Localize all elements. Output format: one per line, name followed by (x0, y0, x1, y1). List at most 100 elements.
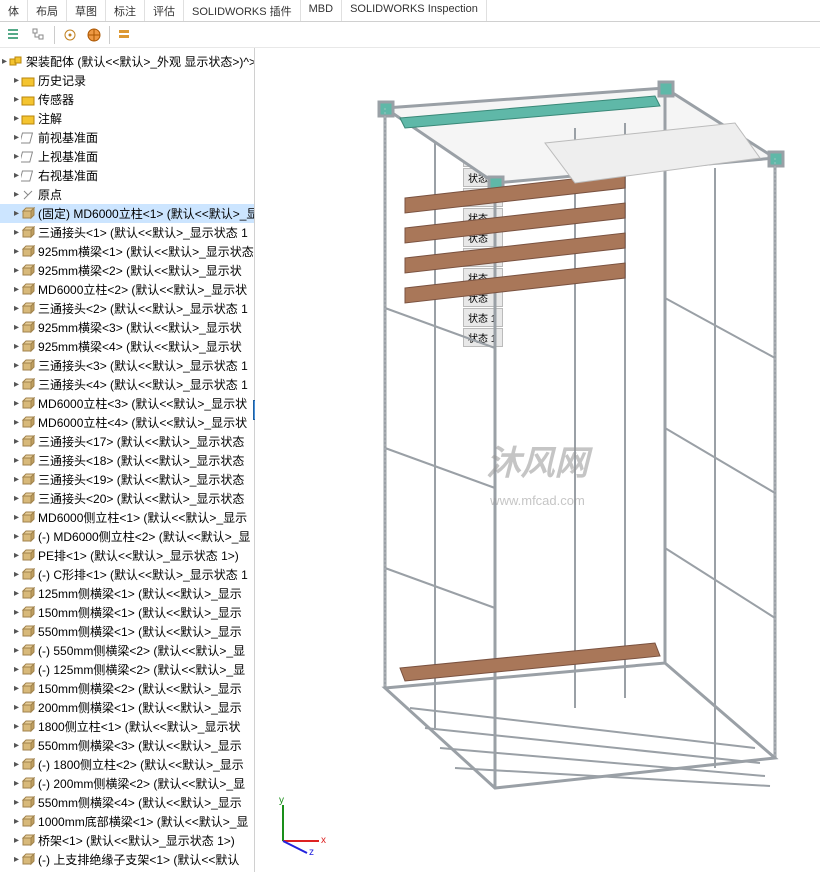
expand-icon[interactable]: ▸ (14, 208, 19, 219)
tree-item[interactable]: ▸三通接头<17> (默认<<默认>_显示状态 (0, 432, 254, 451)
tree-item[interactable]: ▸前视基准面 (0, 128, 254, 147)
tree-item[interactable]: ▸125mm侧横梁<1> (默认<<默认>_显示 (0, 584, 254, 603)
tab-feature[interactable]: 体 (0, 0, 28, 21)
tree-item[interactable]: ▸925mm横梁<3> (默认<<默认>_显示状 (0, 318, 254, 337)
expand-icon[interactable]: ▸ (14, 607, 19, 618)
expand-icon[interactable]: ▸ (14, 512, 19, 523)
tree-item[interactable]: ▸MD6000立柱<3> (默认<<默认>_显示状 (0, 394, 254, 413)
tree-item[interactable]: ▸925mm横梁<4> (默认<<默认>_显示状 (0, 337, 254, 356)
tree-item[interactable]: ▸三通接头<2> (默认<<默认>_显示状态 1 (0, 299, 254, 318)
tree-item[interactable]: ▸(-) C形排<1> (默认<<默认>_显示状态 1 (0, 565, 254, 584)
tree-item[interactable]: ▸历史记录 (0, 71, 254, 90)
tab-mbd[interactable]: MBD (301, 0, 342, 21)
tree-item[interactable]: ▸传感器 (0, 90, 254, 109)
expand-icon[interactable]: ▸ (14, 151, 19, 162)
expand-icon[interactable]: ▸ (14, 797, 19, 808)
expand-icon[interactable]: ▸ (14, 284, 19, 295)
tree-item[interactable]: ▸150mm侧横梁<2> (默认<<默认>_显示 (0, 679, 254, 698)
tree-item[interactable]: ▸(-) 上支排绝缘子支架<1> (默认<<默认 (0, 850, 254, 869)
tree-item[interactable]: ▸(-) 1800侧立柱<2> (默认<<默认>_显示 (0, 755, 254, 774)
expand-icon[interactable]: ▸ (14, 664, 19, 675)
expand-icon[interactable]: ▸ (14, 227, 19, 238)
tree-item[interactable]: ▸550mm侧横梁<3> (默认<<默认>_显示 (0, 736, 254, 755)
expand-icon[interactable]: ▸ (14, 246, 19, 257)
expand-icon[interactable]: ▸ (14, 645, 19, 656)
tree-item[interactable]: ▸架装配体 (默认<<默认>_外观 显示状态>)^>) (0, 52, 254, 71)
target-icon[interactable] (61, 26, 79, 44)
collapse-icon[interactable] (30, 26, 48, 44)
feature-tree-panel[interactable]: ▸架装配体 (默认<<默认>_外观 显示状态>)^>)▸历史记录▸传感器▸注解▸… (0, 48, 255, 872)
expand-icon[interactable]: ▸ (14, 778, 19, 789)
tree-item[interactable]: ▸PE排<1> (默认<<默认>_显示状态 1>) (0, 546, 254, 565)
expand-icon[interactable]: ▸ (2, 56, 7, 67)
expand-icon[interactable]: ▸ (14, 531, 19, 542)
expand-icon[interactable]: ▸ (14, 132, 19, 143)
tree-item[interactable]: ▸1000mm底部横梁<1> (默认<<默认>_显 (0, 812, 254, 831)
tree-item[interactable]: ▸550mm侧横梁<4> (默认<<默认>_显示 (0, 793, 254, 812)
tree-item[interactable]: ▸550mm侧横梁<1> (默认<<默认>_显示 (0, 622, 254, 641)
tree-item[interactable]: ▸925mm横梁<1> (默认<<默认>_显示状态 (0, 242, 254, 261)
expand-icon[interactable]: ▸ (14, 550, 19, 561)
expand-icon[interactable]: ▸ (14, 816, 19, 827)
expand-icon[interactable]: ▸ (14, 303, 19, 314)
expand-icon[interactable]: ▸ (14, 721, 19, 732)
expand-icon[interactable]: ▸ (14, 322, 19, 333)
tree-item[interactable]: ▸三通接头<1> (默认<<默认>_显示状态 1 (0, 223, 254, 242)
expand-icon[interactable]: ▸ (14, 759, 19, 770)
tree-item[interactable]: ▸MD6000立柱<4> (默认<<默认>_显示状 (0, 413, 254, 432)
tree-item[interactable]: ▸200mm侧横梁<1> (默认<<默认>_显示 (0, 698, 254, 717)
stack-icon[interactable] (116, 26, 134, 44)
expand-icon[interactable]: ▸ (14, 170, 19, 181)
tree-item[interactable]: ▸三通接头<3> (默认<<默认>_显示状态 1 (0, 356, 254, 375)
tree-item[interactable]: ▸三通接头<4> (默认<<默认>_显示状态 1 (0, 375, 254, 394)
expand-icon[interactable]: ▸ (14, 702, 19, 713)
expand-icon[interactable]: ▸ (14, 94, 19, 105)
expand-icon[interactable]: ▸ (14, 740, 19, 751)
tree-item[interactable]: ▸上视基准面 (0, 147, 254, 166)
tree-item[interactable]: ▸(-) 200mm侧横梁<2> (默认<<默认>_显 (0, 774, 254, 793)
expand-icon[interactable]: ▸ (14, 189, 19, 200)
expand-icon[interactable]: ▸ (14, 455, 19, 466)
expand-icon[interactable]: ▸ (14, 474, 19, 485)
tab-inspection[interactable]: SOLIDWORKS Inspection (342, 0, 487, 21)
expand-icon[interactable]: ▸ (14, 493, 19, 504)
tree-item[interactable]: ▸三通接头<18> (默认<<默认>_显示状态 (0, 451, 254, 470)
tree-item[interactable]: ▸原点 (0, 185, 254, 204)
view-axis-triad[interactable]: y x z (267, 793, 331, 860)
tab-evaluate[interactable]: 评估 (145, 0, 184, 21)
expand-icon[interactable]: ▸ (14, 265, 19, 276)
tree-item[interactable]: ▸MD6000立柱<2> (默认<<默认>_显示状 (0, 280, 254, 299)
expand-icon[interactable]: ▸ (14, 854, 19, 865)
expand-icon[interactable]: ▸ (14, 360, 19, 371)
expand-icon[interactable]: ▸ (14, 113, 19, 124)
expand-icon[interactable]: ▸ (14, 588, 19, 599)
tree-item[interactable]: ▸(-) MD6000侧立柱<2> (默认<<默认>_显 (0, 527, 254, 546)
expand-icon[interactable]: ▸ (14, 626, 19, 637)
treeview-icon[interactable] (6, 26, 24, 44)
expand-icon[interactable]: ▸ (14, 569, 19, 580)
tree-item[interactable]: ▸150mm侧横梁<1> (默认<<默认>_显示 (0, 603, 254, 622)
tree-item[interactable]: ▸桥架<1> (默认<<默认>_显示状态 1>) (0, 831, 254, 850)
expand-icon[interactable]: ▸ (14, 398, 19, 409)
expand-icon[interactable]: ▸ (14, 436, 19, 447)
tab-sketch[interactable]: 草图 (67, 0, 106, 21)
expand-icon[interactable]: ▸ (14, 417, 19, 428)
tree-item[interactable]: ▸注解 (0, 109, 254, 128)
globe-icon[interactable] (85, 26, 103, 44)
tree-item[interactable]: ▸1800侧立柱<1> (默认<<默认>_显示状 (0, 717, 254, 736)
expand-icon[interactable]: ▸ (14, 835, 19, 846)
tab-addin[interactable]: SOLIDWORKS 插件 (184, 0, 301, 21)
expand-icon[interactable]: ▸ (14, 379, 19, 390)
tree-item[interactable]: ▸(-) 125mm侧横梁<2> (默认<<默认>_显 (0, 660, 254, 679)
tree-item[interactable]: ▸(固定) MD6000立柱<1> (默认<<默认>_显示 (0, 204, 254, 223)
model-viewport[interactable]: 显示状状态 1状态状态状态状态 1状态状态状态 1状态 1 (255, 48, 820, 872)
tab-markup[interactable]: 标注 (106, 0, 145, 21)
expand-icon[interactable]: ▸ (14, 683, 19, 694)
tree-item[interactable]: ▸(-) 550mm侧横梁<2> (默认<<默认>_显 (0, 641, 254, 660)
tab-layout[interactable]: 布局 (28, 0, 67, 21)
tree-item[interactable]: ▸MD6000侧立柱<1> (默认<<默认>_显示 (0, 508, 254, 527)
expand-icon[interactable]: ▸ (14, 341, 19, 352)
expand-icon[interactable]: ▸ (14, 75, 19, 86)
tree-item[interactable]: ▸右视基准面 (0, 166, 254, 185)
tree-item[interactable]: ▸三通接头<20> (默认<<默认>_显示状态 (0, 489, 254, 508)
